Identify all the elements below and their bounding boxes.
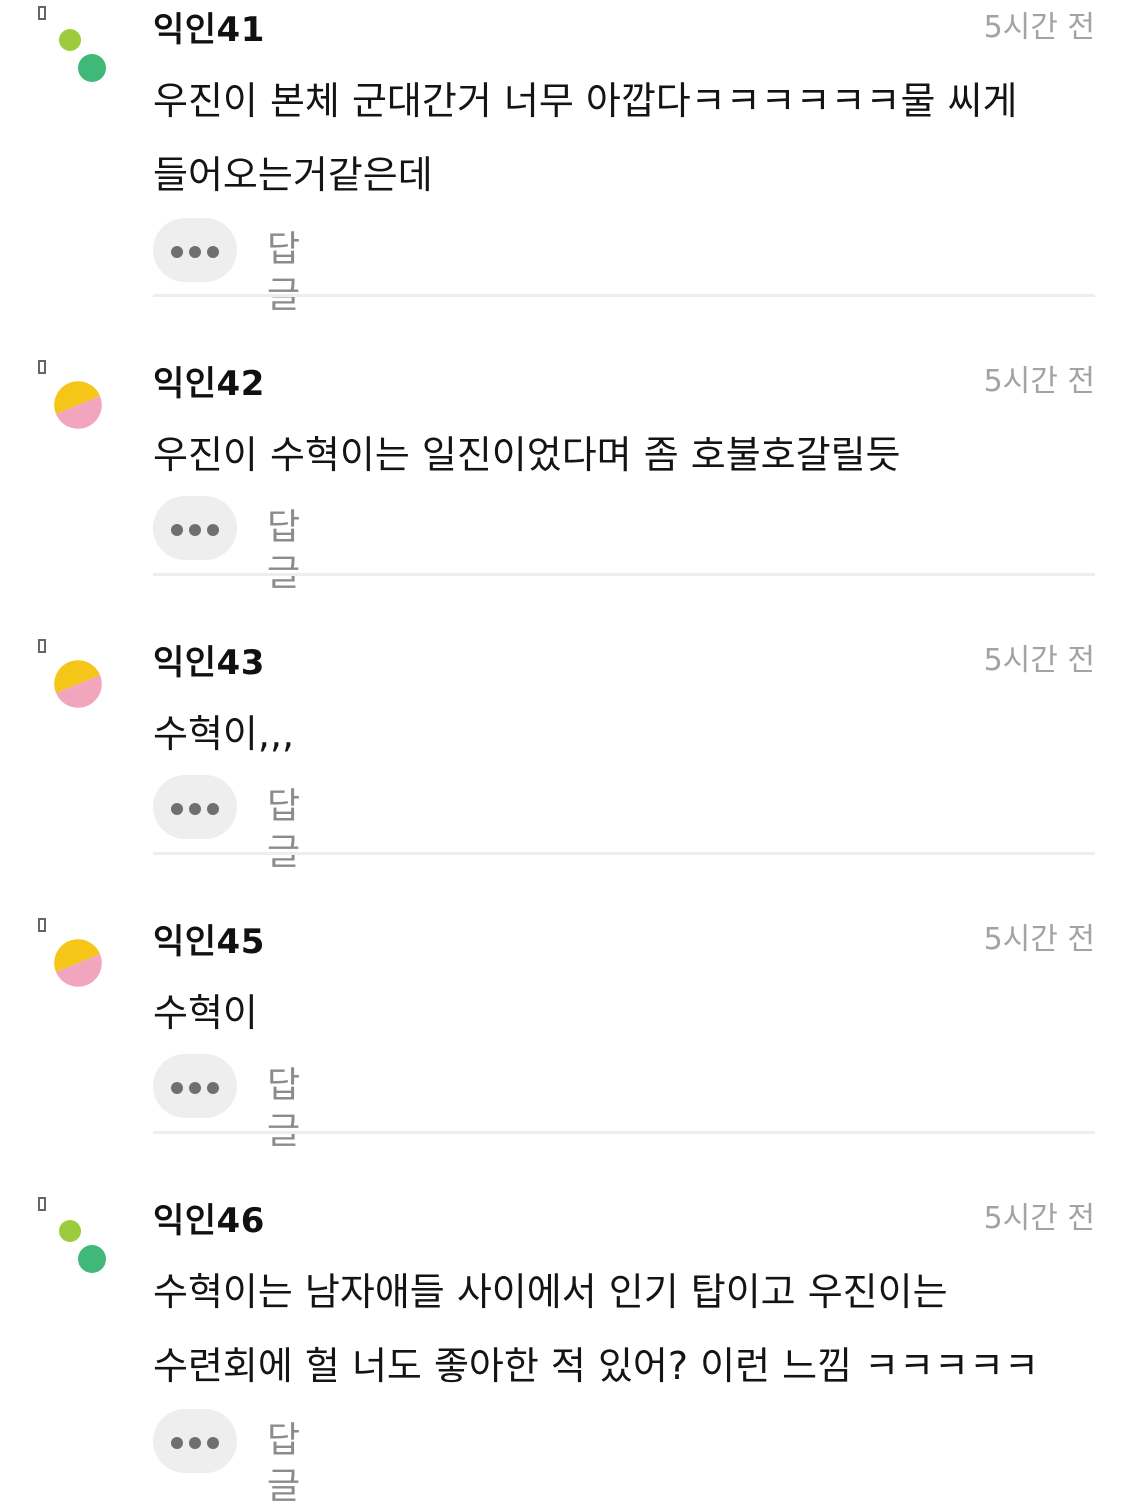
reply-marker-icon <box>38 6 46 20</box>
comment-author: 익인41 <box>153 10 265 50</box>
comment-time: 5시간 전 <box>983 1201 1095 1236</box>
green-dots-icon <box>59 1220 106 1273</box>
reply-button[interactable]: 답글 <box>267 784 300 876</box>
more-button[interactable] <box>153 218 237 282</box>
more-button[interactable] <box>153 496 237 560</box>
yellow-pink-avatar-icon <box>54 381 102 429</box>
reply-marker-icon <box>38 1197 46 1211</box>
more-button[interactable] <box>153 1054 237 1118</box>
comment-author: 익인43 <box>153 643 265 683</box>
yellow-pink-avatar-icon <box>54 660 102 708</box>
reply-button[interactable]: 답글 <box>267 505 300 597</box>
reply-button[interactable]: 답글 <box>267 1418 300 1510</box>
avatar <box>50 1213 116 1279</box>
more-dots-icon <box>171 524 219 536</box>
comment-text: 우진이 수혁이는 일진이었다며 좀 호불호갈릴듯 <box>153 433 901 477</box>
divider <box>153 294 1095 297</box>
reply-button[interactable]: 답글 <box>267 227 300 319</box>
green-dots-icon <box>59 29 106 82</box>
yellow-pink-avatar-icon <box>54 939 102 987</box>
avatar <box>50 22 116 88</box>
comment-text: 우진이 본체 군대간거 너무 아깝다ㅋㅋㅋㅋㅋㅋ물 씨게 들어오는거같은데 <box>153 79 1018 197</box>
comment-time: 5시간 전 <box>983 643 1095 678</box>
more-button[interactable] <box>153 775 237 839</box>
avatar <box>50 934 116 1000</box>
more-dots-icon <box>171 803 219 815</box>
more-dots-icon <box>171 246 219 258</box>
comment-time: 5시간 전 <box>983 922 1095 957</box>
more-dots-icon <box>171 1082 219 1094</box>
comment-text: 수혁이는 남자애들 사이에서 인기 탑이고 우진이는 수련회에 헐 너도 좋아한… <box>153 1270 1039 1388</box>
reply-button[interactable]: 답글 <box>267 1063 300 1155</box>
reply-marker-icon <box>38 639 46 653</box>
avatar <box>50 376 116 442</box>
reply-marker-icon <box>38 918 46 932</box>
more-button[interactable] <box>153 1409 237 1473</box>
comment-text: 수혁이 <box>153 991 258 1035</box>
divider <box>153 1131 1095 1134</box>
comment-text: 수혁이,,, <box>153 712 295 756</box>
divider <box>153 852 1095 855</box>
comment-author: 익인42 <box>153 364 265 404</box>
comment-time: 5시간 전 <box>983 364 1095 399</box>
avatar <box>50 655 116 721</box>
comment-author: 익인46 <box>153 1201 265 1241</box>
more-dots-icon <box>171 1437 219 1449</box>
comment-time: 5시간 전 <box>983 10 1095 45</box>
divider <box>153 573 1095 576</box>
comment-author: 익인45 <box>153 922 265 962</box>
reply-marker-icon <box>38 360 46 374</box>
